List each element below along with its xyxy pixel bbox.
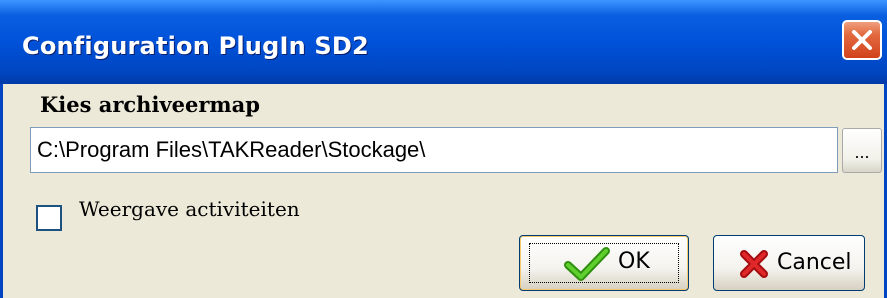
browse-button[interactable]: ... (842, 128, 882, 173)
cancel-button[interactable]: Cancel (713, 235, 865, 291)
close-button[interactable] (842, 20, 882, 60)
show-activities-checkbox[interactable] (36, 205, 62, 231)
ok-button-label: OK (618, 249, 650, 274)
archive-folder-input[interactable] (30, 127, 838, 173)
close-icon (852, 30, 872, 50)
red-x-icon (740, 250, 768, 278)
archive-folder-label: Kies archiveermap (40, 92, 260, 117)
window-title: Configuration PlugIn SD2 (22, 32, 369, 60)
checkmark-icon (564, 247, 610, 281)
ok-button[interactable]: OK (519, 235, 689, 291)
show-activities-label: Weergave activiteiten (79, 197, 300, 221)
cancel-button-label: Cancel (777, 250, 852, 275)
config-dialog: Configuration PlugIn SD2 Kies archiveerm… (0, 0, 887, 298)
title-bar[interactable]: Configuration PlugIn SD2 (0, 0, 887, 84)
